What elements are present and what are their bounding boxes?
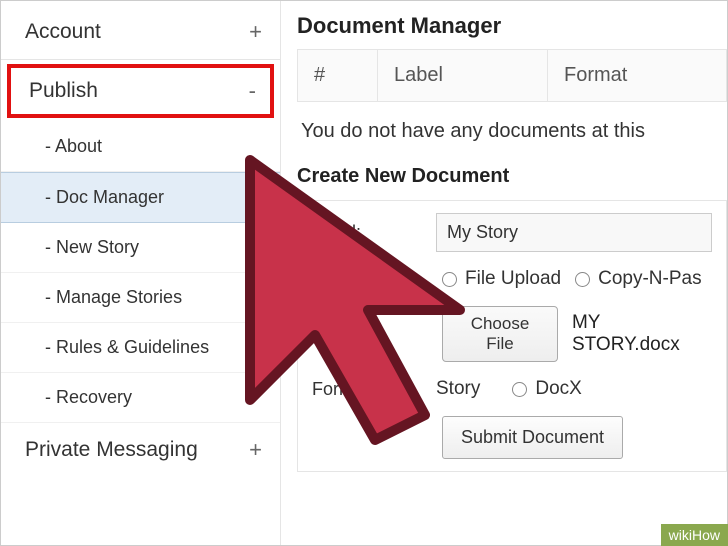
documents-table: # Label Format [297, 49, 727, 102]
col-label[interactable]: Label [378, 50, 548, 102]
sidebar-item-about[interactable]: - About [1, 122, 280, 172]
label-field-label: Label: [312, 222, 422, 243]
radio-icon [442, 272, 457, 287]
sidebar-section-label: Private Messaging [25, 438, 198, 462]
expand-icon: + [249, 437, 262, 463]
sidebar-section-private-messaging[interactable]: Private Messaging + [1, 423, 280, 477]
chosen-filename: MY STORY.docx [572, 312, 712, 356]
col-number[interactable]: # [298, 50, 378, 102]
sidebar: Account + Publish - - About - Doc Manage… [1, 1, 281, 545]
sidebar-section-label: Account [25, 20, 101, 44]
watermark: wikiHow [661, 524, 728, 546]
expand-icon: + [249, 19, 262, 45]
sidebar-item-new-story[interactable]: - New Story [1, 223, 280, 273]
page-title: Document Manager [297, 13, 727, 39]
collapse-icon: - [249, 78, 256, 104]
method-file-upload[interactable]: File Upload [442, 268, 561, 290]
sidebar-item-rules[interactable]: - Rules & Guidelines [1, 323, 280, 373]
main-content: Document Manager # Label Format You do n… [281, 1, 727, 545]
sidebar-item-manage-stories[interactable]: - Manage Stories [1, 273, 280, 323]
sidebar-section-account[interactable]: Account + [1, 5, 280, 60]
sidebar-item-doc-manager[interactable]: - Doc Manager [1, 172, 280, 223]
radio-icon [575, 272, 590, 287]
sidebar-section-label: Publish [29, 79, 98, 103]
format-field-label: Format: [312, 379, 422, 400]
method-copy-paste[interactable]: Copy-N-Pas [575, 268, 701, 290]
radio-icon [512, 382, 527, 397]
create-heading: Create New Document [297, 165, 727, 188]
sidebar-item-recovery[interactable]: - Recovery [1, 373, 280, 423]
empty-message: You do not have any documents at this [297, 108, 727, 161]
format-story[interactable]: Story [436, 378, 480, 400]
label-input[interactable] [436, 213, 712, 252]
format-docx[interactable]: DocX [512, 378, 581, 400]
create-form: Label: File Upload Copy-N-Pas Choose Fil… [297, 200, 727, 472]
col-format[interactable]: Format [548, 50, 727, 102]
choose-file-button[interactable]: Choose File [442, 306, 558, 362]
submit-button[interactable]: Submit Document [442, 416, 623, 459]
sidebar-section-publish[interactable]: Publish - [7, 64, 274, 118]
